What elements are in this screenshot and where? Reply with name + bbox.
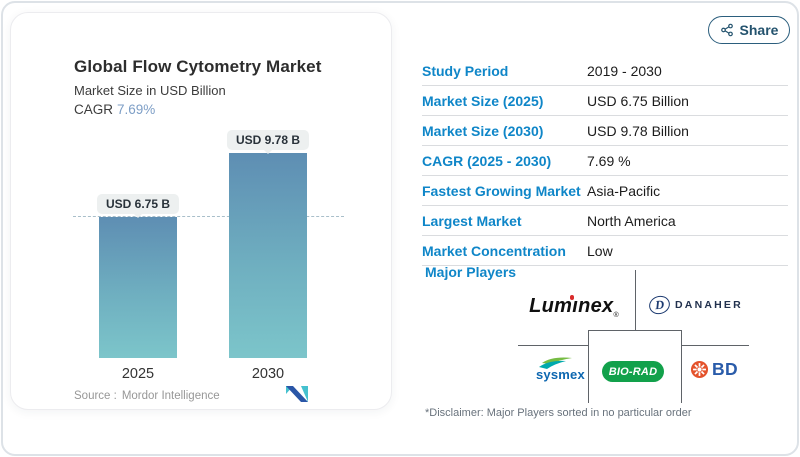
share-icon: [720, 23, 734, 37]
mordor-intelligence-logo-icon: [285, 383, 309, 403]
chart-subtitle: Market Size in USD Billion: [74, 83, 226, 98]
cagr-line: CAGR 7.69%: [74, 102, 155, 117]
disclaimer-text: *Disclaimer: Major Players sorted in no …: [425, 407, 692, 419]
row-value: Low: [587, 243, 613, 259]
table-row-cagr: CAGR (2025 - 2030) 7.69 %: [422, 146, 788, 176]
danaher-logo: D DANAHER: [649, 296, 743, 314]
row-label: Largest Market: [422, 213, 587, 229]
row-label: Market Size (2025): [422, 93, 587, 109]
table-row-market-concentration: Market Concentration Low: [422, 236, 788, 266]
table-row-market-size-2030: Market Size (2030) USD 9.78 Billion: [422, 116, 788, 146]
bar-2030: USD 9.78 B: [229, 153, 307, 358]
org-chart-vertical-line: [635, 270, 636, 330]
bar-2030-value-label: USD 9.78 B: [227, 130, 309, 150]
table-row-largest-market: Largest Market North America: [422, 206, 788, 236]
luminex-logo: Lumınex®: [516, 295, 632, 319]
x-axis-label-2025: 2025: [99, 366, 177, 382]
table-row-market-size-2025: Market Size (2025) USD 6.75 Billion: [422, 86, 788, 116]
bar-2025-value-label: USD 6.75 B: [97, 194, 179, 214]
sysmex-wordmark: sysmex: [536, 367, 585, 382]
row-label: Market Concentration: [422, 243, 587, 259]
cagr-value: 7.69%: [117, 102, 155, 117]
bar-2025: USD 6.75 B: [99, 217, 177, 358]
table-row-fastest-growing-market: Fastest Growing Market Asia-Pacific: [422, 176, 788, 206]
source-label: Source :: [74, 390, 117, 402]
row-value: Asia-Pacific: [587, 183, 660, 199]
row-value: USD 9.78 Billion: [587, 123, 689, 139]
source-line: Source : Mordor Intelligence: [74, 390, 220, 402]
market-snapshot-card: Global Flow Cytometry Market Market Size…: [10, 12, 392, 410]
row-label: CAGR (2025 - 2030): [422, 153, 587, 169]
bd-wordmark: BD: [712, 359, 738, 380]
major-players-label: Major Players: [425, 264, 516, 280]
share-button-label: Share: [740, 22, 779, 38]
row-value: North America: [587, 213, 676, 229]
bio-rad-wordmark: BIO-RAD: [609, 366, 657, 378]
bd-logo: BD: [690, 359, 738, 380]
bio-rad-logo: BIO-RAD: [602, 361, 664, 382]
bar-chart: USD 6.75 B USD 9.78 B 2025 2030: [73, 153, 344, 358]
share-button[interactable]: Share: [708, 16, 790, 44]
danaher-wordmark: DANAHER: [675, 299, 743, 311]
source-name: Mordor Intelligence: [122, 390, 220, 402]
row-value: 2019 - 2030: [587, 63, 662, 79]
chart-title: Global Flow Cytometry Market: [74, 57, 321, 77]
x-axis-label-2030: 2030: [229, 366, 307, 382]
danaher-d-icon: D: [647, 293, 673, 317]
row-label: Market Size (2030): [422, 123, 587, 139]
cagr-label: CAGR: [74, 102, 113, 117]
stats-table: Study Period 2019 - 2030 Market Size (20…: [422, 56, 788, 266]
sysmex-logo: sysmex: [534, 356, 592, 384]
bd-starburst-icon: [690, 360, 709, 379]
row-value: USD 6.75 Billion: [587, 93, 689, 109]
org-chart-horizontal-line-left: [518, 345, 588, 346]
org-chart-horizontal-line-right: [681, 345, 749, 346]
row-label: Fastest Growing Market: [422, 183, 587, 199]
luminex-red-dot-icon: Lumınex: [529, 295, 613, 318]
row-label: Study Period: [422, 63, 587, 79]
row-value: 7.69 %: [587, 153, 631, 169]
registered-mark: ®: [613, 312, 618, 319]
table-row-study-period: Study Period 2019 - 2030: [422, 56, 788, 86]
